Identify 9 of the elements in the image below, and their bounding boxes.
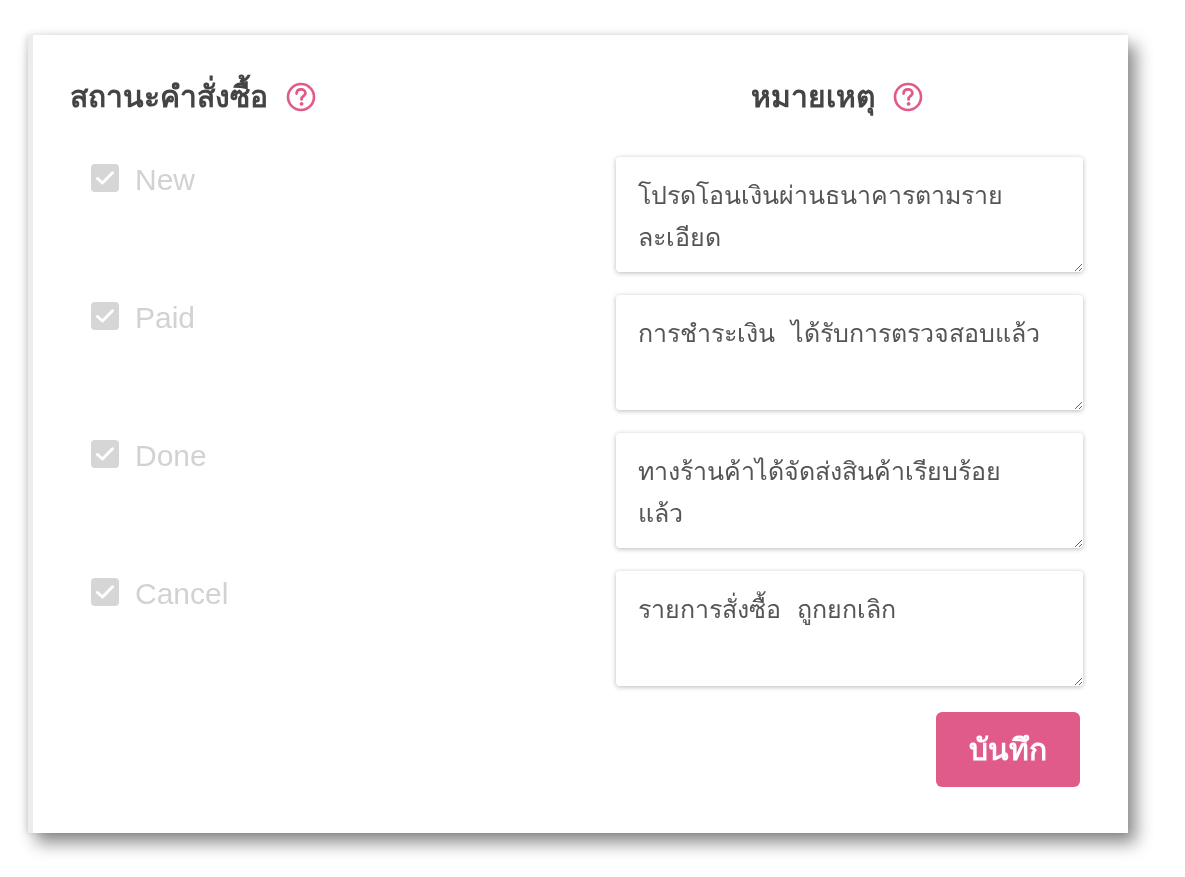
help-icon[interactable]: [286, 82, 316, 112]
check-icon: [96, 171, 114, 185]
save-button[interactable]: บันทึก: [936, 712, 1080, 787]
remarks-heading: หมายเหตุ: [750, 78, 875, 118]
order-status-heading: สถานะคำสั่งซื้อ: [70, 73, 268, 121]
check-icon: [96, 585, 114, 599]
check-icon: [96, 309, 114, 323]
check-icon: [96, 447, 114, 461]
help-icon[interactable]: [892, 82, 923, 112]
